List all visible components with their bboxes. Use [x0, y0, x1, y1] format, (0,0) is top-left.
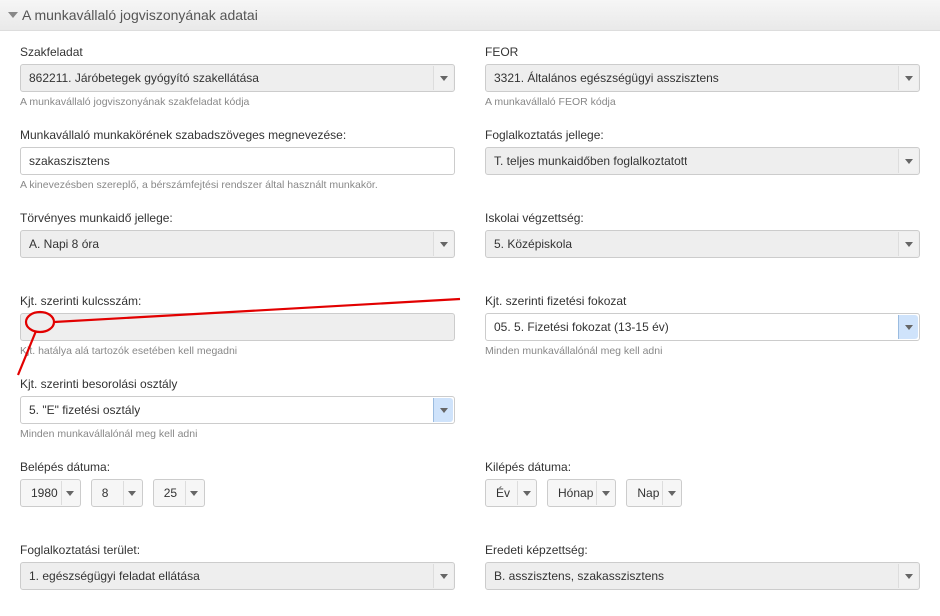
label-munkakor: Munkavállaló munkakörének szabadszöveges…	[20, 128, 455, 142]
form-body: Szakfeladat 862211. Járóbetegek gyógyító…	[0, 31, 940, 616]
chevron-down-icon	[596, 481, 614, 505]
label-belepes: Belépés dátuma:	[20, 460, 455, 474]
label-fogterulet: Foglalkoztatási terület:	[20, 543, 455, 557]
chevron-down-icon	[433, 564, 453, 588]
select-besorolas[interactable]: 5. "E" fizetési osztály	[20, 396, 455, 424]
chevron-down-icon	[662, 481, 680, 505]
panel-header[interactable]: A munkavállaló jogviszonyának adatai	[0, 0, 940, 31]
chevron-down-icon	[898, 232, 918, 256]
select-torvenyes[interactable]: A. Napi 8 óra	[20, 230, 455, 258]
select-kilepes-month[interactable]: Hónap	[547, 479, 616, 507]
chevron-down-icon	[433, 66, 453, 90]
label-szakfeladat: Szakfeladat	[20, 45, 455, 59]
select-szakfeladat[interactable]: 862211. Járóbetegek gyógyító szakellátás…	[20, 64, 455, 92]
help-munkakor: A kinevezésben szereplő, a bérszámfejtés…	[20, 179, 455, 193]
select-fogjel[interactable]: T. teljes munkaidőben foglalkoztatott	[485, 147, 920, 175]
label-fogjel: Foglalkoztatás jellege:	[485, 128, 920, 142]
chevron-down-icon	[898, 66, 918, 90]
help-besorolas: Minden munkavállalónál meg kell adni	[20, 428, 455, 442]
chevron-down-icon	[123, 481, 141, 505]
label-besorolas: Kjt. szerinti besorolási osztály	[20, 377, 455, 391]
select-fogterulet[interactable]: 1. egészségügyi feladat ellátása	[20, 562, 455, 590]
select-belepes-month[interactable]: 8	[91, 479, 143, 507]
chevron-down-icon	[61, 481, 79, 505]
collapse-icon	[8, 12, 18, 18]
chevron-down-icon	[433, 398, 453, 422]
select-belepes-year[interactable]: 1980	[20, 479, 81, 507]
chevron-down-icon	[898, 315, 918, 339]
chevron-down-icon	[898, 149, 918, 173]
label-fizfok: Kjt. szerinti fizetési fokozat	[485, 294, 920, 308]
label-torvenyes: Törvényes munkaidő jellege:	[20, 211, 455, 225]
select-kilepes-day[interactable]: Nap	[626, 479, 682, 507]
input-munkakor[interactable]: szakaszisztens	[20, 147, 455, 175]
help-feor: A munkavállaló FEOR kódja	[485, 96, 920, 110]
panel-title: A munkavállaló jogviszonyának adatai	[22, 7, 258, 23]
select-kilepes-year[interactable]: Év	[485, 479, 537, 507]
help-fizfok: Minden munkavállalónál meg kell adni	[485, 345, 920, 359]
select-iskola[interactable]: 5. Középiskola	[485, 230, 920, 258]
chevron-down-icon	[517, 481, 535, 505]
label-kulcsszam: Kjt. szerinti kulcsszám:	[20, 294, 455, 308]
input-kulcsszam[interactable]	[20, 313, 455, 341]
chevron-down-icon	[433, 232, 453, 256]
select-feor[interactable]: 3321. Általános egészségügyi asszisztens	[485, 64, 920, 92]
chevron-down-icon	[898, 564, 918, 588]
label-feor: FEOR	[485, 45, 920, 59]
help-szakfeladat: A munkavállaló jogviszonyának szakfelada…	[20, 96, 455, 110]
select-eredeti[interactable]: B. asszisztens, szakasszisztens	[485, 562, 920, 590]
help-kulcsszam: Kjt. hatálya alá tartozók esetében kell …	[20, 345, 455, 359]
label-kilepes: Kilépés dátuma:	[485, 460, 920, 474]
select-belepes-day[interactable]: 25	[153, 479, 205, 507]
select-fizfok[interactable]: 05. 5. Fizetési fokozat (13-15 év)	[485, 313, 920, 341]
chevron-down-icon	[185, 481, 203, 505]
label-eredeti: Eredeti képzettség:	[485, 543, 920, 557]
label-iskola: Iskolai végzettség:	[485, 211, 920, 225]
